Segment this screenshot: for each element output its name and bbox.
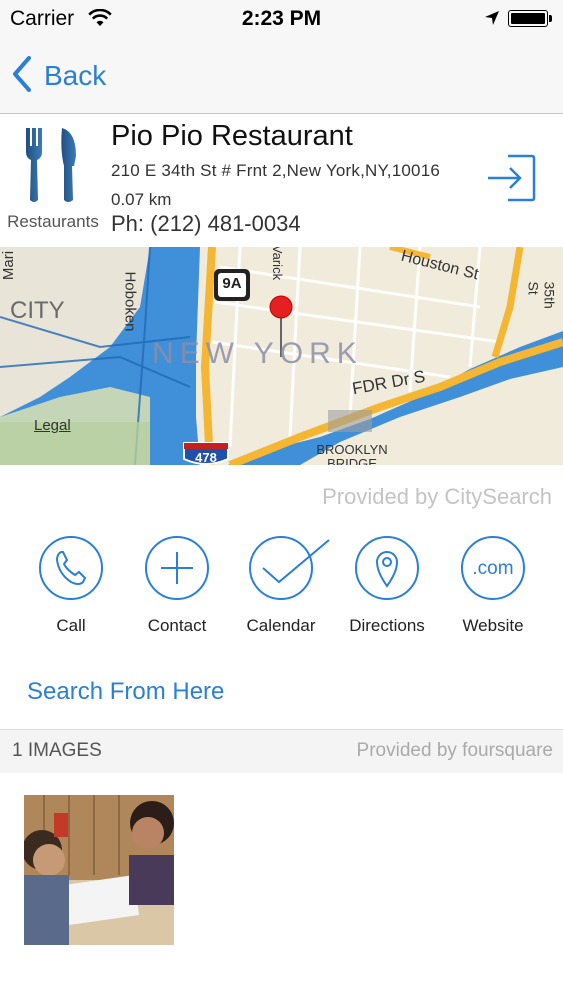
plus-icon bbox=[145, 536, 209, 600]
chevron-left-icon bbox=[12, 55, 32, 97]
directions-label: Directions bbox=[349, 616, 425, 635]
place-phone[interactable]: Ph: (212) 481-0034 bbox=[111, 211, 301, 237]
map-label-varick: Varick bbox=[270, 247, 286, 281]
place-header: Restaurants Pio Pio Restaurant 210 E 34t… bbox=[0, 114, 563, 246]
provided-by-citysearch: Provided by CitySearch bbox=[322, 484, 552, 509]
map-label-35th-st: 35th St bbox=[525, 281, 558, 309]
provided-by-foursquare: Provided by foursquare bbox=[356, 740, 553, 761]
battery-nub bbox=[549, 15, 552, 22]
battery-icon bbox=[508, 10, 548, 27]
map-pin-icon bbox=[355, 536, 419, 600]
dotcom-icon: .com bbox=[461, 536, 525, 600]
map-view[interactable]: CITY NEW YORK FDR Dr S Houston St BROOKL… bbox=[0, 247, 563, 465]
call-button[interactable]: Call bbox=[18, 536, 124, 636]
phone-icon bbox=[39, 536, 103, 600]
call-label: Call bbox=[56, 616, 86, 635]
route-9a-label: 9A bbox=[222, 275, 242, 292]
checkmark-icon bbox=[249, 536, 330, 600]
directions-button[interactable]: Directions bbox=[334, 536, 440, 636]
map-legal-link[interactable]: Legal bbox=[34, 417, 71, 434]
map-label-new-york: NEW YORK bbox=[152, 337, 363, 370]
back-label: Back bbox=[44, 60, 107, 91]
map-label-brooklyn-bridge: BROOKLYN BRIDGE bbox=[316, 442, 388, 466]
place-distance: 0.07 km bbox=[111, 190, 172, 209]
images-section-header: 1 IMAGES Provided by foursquare bbox=[0, 729, 563, 773]
images-count: 1 IMAGES bbox=[12, 740, 102, 761]
map-label-hoboken: Hoboken bbox=[121, 271, 139, 332]
place-address: 210 E 34th St # Frnt 2,New York,NY,10016 bbox=[111, 161, 441, 180]
website-button[interactable]: .com Website bbox=[440, 536, 546, 636]
route-478-label: 478 bbox=[195, 450, 217, 465]
map-label-mari: Mari bbox=[0, 250, 18, 281]
clock: 2:23 PM bbox=[241, 7, 322, 30]
map-label-city: CITY bbox=[10, 297, 65, 324]
back-button[interactable]: Back bbox=[12, 54, 106, 98]
category-label: Restaurants bbox=[7, 212, 99, 231]
website-label: Website bbox=[462, 616, 524, 635]
status-bar: Carrier 2:23 PM bbox=[0, 0, 563, 38]
contact-label: Contact bbox=[147, 616, 207, 635]
contact-button[interactable]: Contact bbox=[124, 536, 230, 636]
calendar-label: Calendar bbox=[246, 616, 316, 635]
place-name: Pio Pio Restaurant bbox=[111, 120, 353, 152]
action-bar: Call Contact Calendar Directions .com We… bbox=[0, 536, 563, 646]
open-in-icon[interactable] bbox=[486, 152, 538, 209]
search-from-here-link[interactable]: Search From Here bbox=[27, 678, 224, 706]
venue-photo-thumbnail[interactable] bbox=[24, 795, 174, 945]
location-arrow-icon bbox=[484, 10, 500, 31]
navigation-bar: Back bbox=[0, 38, 563, 114]
calendar-button[interactable]: Calendar bbox=[228, 536, 334, 636]
fork-knife-icon bbox=[22, 126, 80, 209]
